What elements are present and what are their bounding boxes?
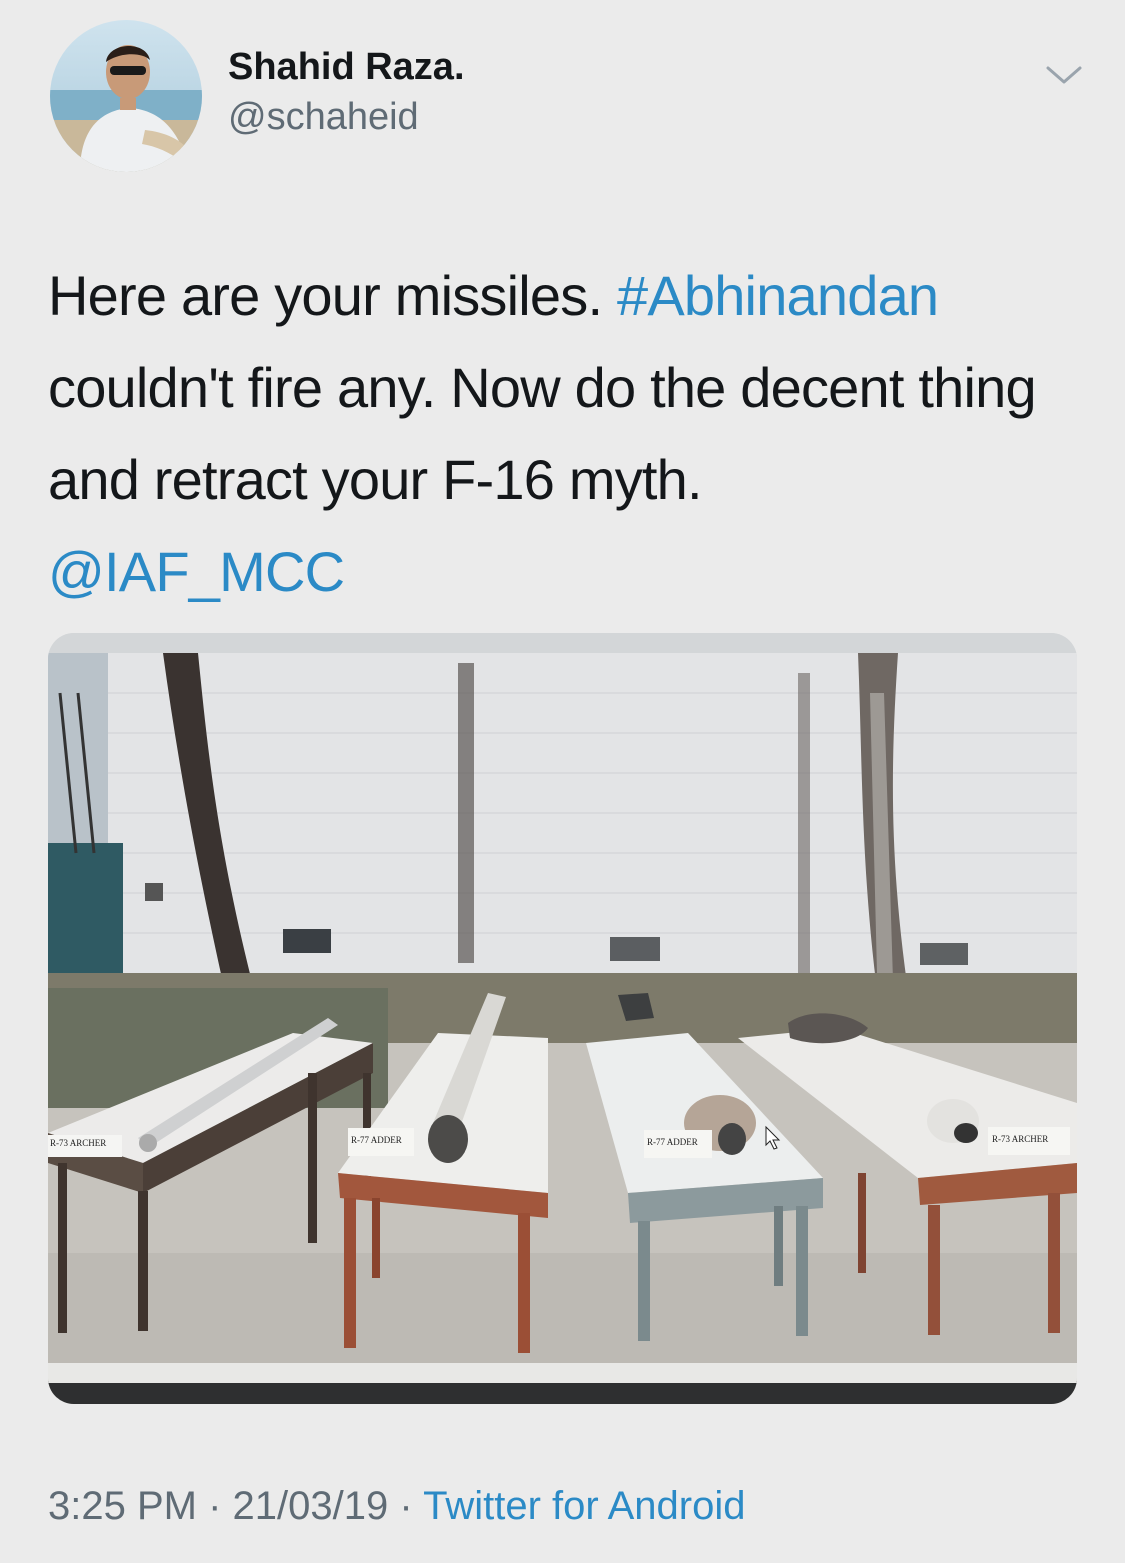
table-label: R-77 ADDER: [351, 1135, 402, 1145]
tweet-photo[interactable]: R-73 ARCHER R-77 ADDER R-77 ADDER R-73 A…: [48, 633, 1077, 1404]
tweet-detail: Shahid Raza. @schaheid Here are your mis…: [0, 0, 1125, 1563]
photo-missile-tables: R-73 ARCHER R-77 ADDER R-77 ADDER R-73 A…: [48, 633, 1077, 1404]
author-block: Shahid Raza. @schaheid: [228, 42, 465, 142]
meta-separator: ·: [399, 1484, 413, 1528]
meta-separator: ·: [208, 1484, 222, 1528]
tweet-date[interactable]: 21/03/19: [233, 1484, 389, 1528]
table-label: R-73 ARCHER: [992, 1134, 1048, 1144]
avatar[interactable]: [50, 20, 202, 172]
table-label: R-73 ARCHER: [50, 1138, 106, 1148]
hashtag-link[interactable]: #Abhinandan: [617, 264, 939, 327]
user-handle[interactable]: @schaheid: [228, 92, 465, 142]
display-name[interactable]: Shahid Raza.: [228, 42, 465, 92]
mention-link[interactable]: @IAF_MCC: [48, 540, 345, 603]
tweet-source-link[interactable]: Twitter for Android: [423, 1484, 745, 1528]
chevron-down-icon[interactable]: [1040, 60, 1088, 92]
avatar-photo: [50, 20, 202, 172]
tweet-text-part: Here are your missiles.: [48, 264, 617, 327]
tweet-text: Here are your missiles. #Abhinandan coul…: [48, 250, 1088, 618]
table-label: R-77 ADDER: [647, 1137, 698, 1147]
tweet-meta: 3:25 PM · 21/03/19 · Twitter for Android: [48, 1482, 745, 1530]
tweet-time[interactable]: 3:25 PM: [48, 1484, 197, 1528]
tweet-text-part: couldn't fire any. Now do the decent thi…: [48, 356, 1037, 511]
